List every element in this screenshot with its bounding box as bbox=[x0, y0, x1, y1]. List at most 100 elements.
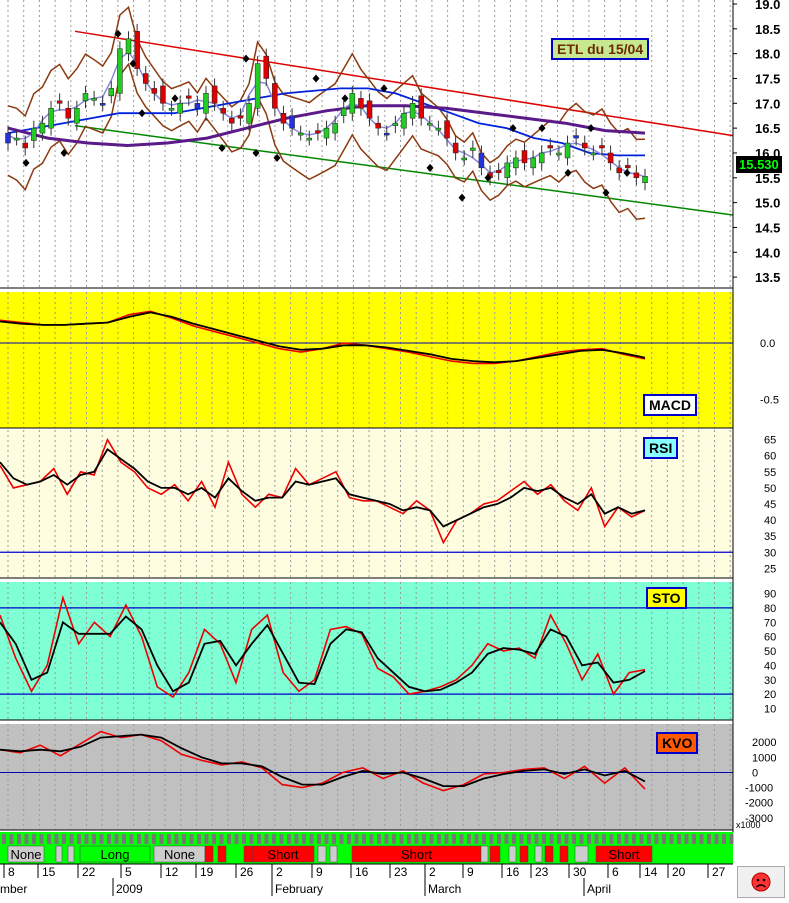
signal-tick bbox=[707, 834, 711, 844]
candle-body bbox=[315, 130, 321, 134]
signal-tick bbox=[234, 834, 239, 844]
signal-tick bbox=[632, 834, 636, 844]
candle-body bbox=[91, 98, 97, 101]
candle-body bbox=[573, 135, 579, 139]
signal-tick bbox=[354, 834, 359, 844]
signal-tick bbox=[677, 834, 681, 844]
day-label: 22 bbox=[82, 865, 96, 879]
signal-tick bbox=[272, 834, 276, 844]
sto-tick-label: 10 bbox=[764, 704, 776, 716]
signal-tick bbox=[579, 834, 584, 844]
day-label: 2 bbox=[429, 865, 436, 879]
signal-tick bbox=[557, 834, 561, 844]
price-tick-label: 14.5 bbox=[755, 220, 780, 235]
signal-tick bbox=[669, 834, 674, 844]
signal-tick bbox=[9, 834, 14, 844]
candle-body bbox=[392, 122, 399, 126]
signal-tick bbox=[114, 834, 119, 844]
signal-tick bbox=[459, 834, 464, 844]
candle-body bbox=[272, 83, 278, 109]
signal-label-short: Short bbox=[608, 847, 639, 862]
signal-label-short: Short bbox=[401, 847, 432, 862]
signal-label-long: Long bbox=[101, 847, 130, 862]
candle-body bbox=[590, 152, 597, 156]
signal-tick bbox=[347, 834, 351, 844]
month-label: March bbox=[428, 882, 461, 896]
month-label: 2009 bbox=[116, 882, 143, 896]
price-tick-label: 14.0 bbox=[755, 245, 780, 260]
candle-body bbox=[409, 103, 416, 119]
y-axes: 19.018.518.017.517.016.516.015.515.014.5… bbox=[732, 0, 789, 832]
signal-neutral-tick bbox=[329, 845, 338, 863]
candle-body bbox=[461, 157, 467, 161]
candle-body bbox=[306, 137, 313, 141]
signal-tick bbox=[452, 834, 456, 844]
macd-tick-label: -0.5 bbox=[760, 395, 779, 407]
sto-tick-label: 20 bbox=[764, 689, 776, 701]
candle-body bbox=[220, 108, 226, 114]
candle-body bbox=[108, 88, 115, 97]
signal-short-tick bbox=[489, 845, 501, 863]
signal-tick bbox=[587, 834, 591, 844]
sto-panel-background bbox=[0, 582, 733, 720]
candle-body bbox=[142, 73, 149, 84]
macd-label: MACD bbox=[643, 394, 697, 416]
signal-tick bbox=[212, 834, 216, 844]
sto-tick-label: 30 bbox=[764, 675, 776, 687]
month-label: April bbox=[587, 882, 611, 896]
signal-neutral-tick bbox=[317, 845, 327, 863]
day-label: 2 bbox=[276, 865, 283, 879]
signal-tick bbox=[264, 834, 269, 844]
kvo-label: KVO bbox=[656, 732, 699, 754]
signal-tick bbox=[534, 834, 539, 844]
signal-tick bbox=[527, 834, 531, 844]
signal-tick bbox=[249, 834, 254, 844]
rsi-panel bbox=[0, 430, 733, 579]
rsi-tick-label: 30 bbox=[764, 547, 776, 559]
candle-body bbox=[599, 145, 605, 149]
rsi-tick-label: 45 bbox=[764, 499, 776, 511]
signal-tick bbox=[107, 834, 111, 844]
candle-body bbox=[297, 132, 304, 136]
signal-tick bbox=[332, 834, 336, 844]
signal-tick bbox=[624, 834, 629, 844]
chart-title: ETL du 15/04 bbox=[551, 38, 650, 60]
signal-tick bbox=[519, 834, 524, 844]
signal-tick bbox=[662, 834, 666, 844]
candle-body bbox=[323, 127, 330, 139]
day-label: 9 bbox=[316, 865, 323, 879]
kvo-tick-label: 0 bbox=[752, 767, 758, 779]
signal-tick bbox=[159, 834, 164, 844]
price-tick-label: 13.5 bbox=[755, 270, 780, 285]
signal-tick bbox=[99, 834, 104, 844]
signal-neutral-tick bbox=[67, 845, 75, 863]
signal-neutral-tick bbox=[534, 845, 543, 863]
signal-tick bbox=[129, 834, 134, 844]
kvo-panel bbox=[0, 724, 733, 831]
signal-short-tick bbox=[204, 845, 214, 863]
candle-body bbox=[444, 120, 450, 139]
signal-tick bbox=[549, 834, 554, 844]
sad-face-glyph bbox=[751, 872, 771, 892]
candle-body bbox=[384, 132, 390, 136]
price-tick-label: 19.0 bbox=[755, 0, 780, 12]
kvo-panel-background bbox=[0, 724, 733, 830]
candle-body bbox=[427, 122, 433, 126]
sad-face-icon[interactable] bbox=[737, 866, 785, 898]
candle-body bbox=[56, 100, 63, 104]
signal-tick bbox=[302, 834, 306, 844]
signal-tick bbox=[542, 834, 546, 844]
sto-tick-label: 90 bbox=[764, 589, 776, 601]
signal-neutral-tick bbox=[55, 845, 63, 863]
day-label: 30 bbox=[573, 865, 587, 879]
sto-tick-label: 60 bbox=[764, 632, 776, 644]
candle-body bbox=[332, 122, 338, 134]
rsi-tick-label: 60 bbox=[764, 451, 776, 463]
candle-body bbox=[642, 176, 648, 184]
rsi-tick-label: 50 bbox=[764, 483, 776, 495]
signal-tick bbox=[122, 834, 126, 844]
signal-tick bbox=[602, 834, 606, 844]
day-label: 16 bbox=[355, 865, 369, 879]
signal-tick bbox=[219, 834, 224, 844]
day-label: 26 bbox=[240, 865, 254, 879]
